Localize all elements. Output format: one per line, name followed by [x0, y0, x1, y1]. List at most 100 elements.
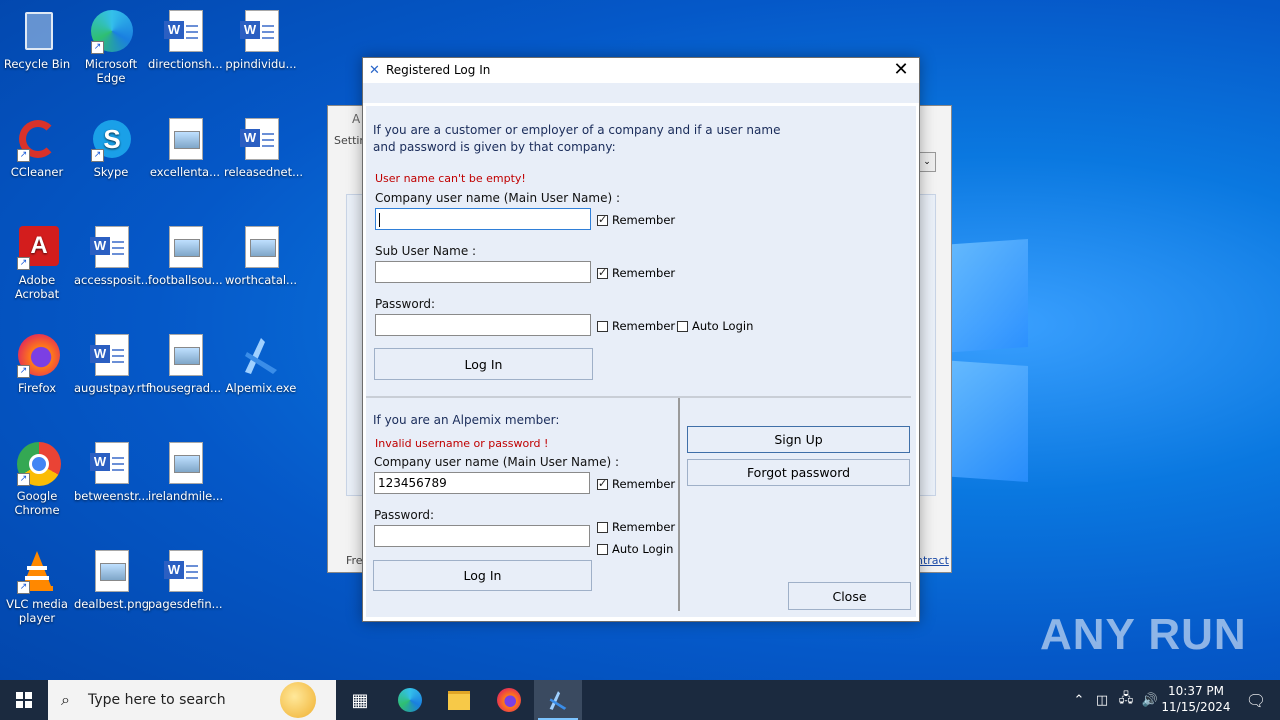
checkbox-label: Remember — [612, 213, 676, 227]
tray-app-icon[interactable]: ◫ — [1090, 693, 1114, 708]
desktop-icon-betweenstr[interactable]: W betweenstr... — [74, 440, 149, 503]
desktop-icon-label: ppindividu... — [225, 57, 297, 71]
member-password-remember-checkbox[interactable]: Remember — [597, 520, 675, 534]
volume-icon[interactable]: 🔊 — [1138, 693, 1162, 708]
checkbox-checked — [597, 266, 608, 279]
checkbox-checked — [597, 213, 608, 226]
checkbox-unchecked — [597, 320, 608, 332]
member-password-input[interactable] — [374, 525, 590, 547]
taskbar-firefox-icon[interactable] — [485, 680, 533, 720]
section-divider — [366, 396, 911, 398]
checkbox-unchecked — [677, 320, 688, 332]
taskbar-alpemix-icon[interactable] — [534, 680, 582, 720]
taskbar-search-box[interactable]: ⌕ Type here to search — [48, 680, 336, 720]
desktop-icon-augustpay[interactable]: W augustpay.rtf — [74, 332, 150, 395]
checkbox-label: Auto Login — [612, 542, 674, 556]
ccleaner-icon: ↗ — [15, 116, 59, 162]
company-user-input[interactable] — [375, 208, 591, 230]
dialog-close-icon[interactable]: ✕ — [889, 59, 913, 81]
sub-user-remember-checkbox[interactable]: Remember — [597, 266, 675, 280]
company-user-remember-checkbox[interactable]: Remember — [597, 213, 675, 227]
notifications-icon[interactable]: 🗨 — [1232, 680, 1280, 720]
search-placeholder: Type here to search — [88, 692, 226, 708]
windows-logo-icon — [16, 692, 32, 708]
vlc-icon: ↗ — [15, 548, 59, 594]
sub-user-label: Sub User Name : — [375, 244, 477, 258]
desktop-icon-adobe-acrobat[interactable]: A ↗ Adobe Acrobat — [0, 224, 74, 301]
close-button[interactable]: Close — [788, 582, 911, 610]
word-doc-icon: W — [163, 8, 207, 54]
word-doc-icon: W — [89, 440, 133, 486]
background-window-dropdown[interactable]: ⌄ — [918, 152, 936, 172]
desktop-icon-worthcatal[interactable]: worthcatal... — [224, 224, 298, 287]
start-button[interactable] — [0, 680, 48, 720]
image-file-icon — [163, 116, 207, 162]
desktop-icon-excellenta[interactable]: excellenta... — [148, 116, 222, 179]
desktop-icon-housegrad[interactable]: housegrad... — [148, 332, 222, 395]
desktop-icon-ppindividu[interactable]: W ppindividu... — [224, 8, 298, 71]
edge-icon: ↗ — [89, 8, 133, 54]
image-file-icon — [239, 224, 283, 270]
shortcut-arrow-icon: ↗ — [17, 257, 30, 270]
forgot-password-button[interactable]: Forgot password — [687, 459, 910, 486]
background-window-footer-left: Fre — [346, 554, 363, 567]
desktop-icon-label: worthcatal... — [224, 273, 298, 287]
desktop-icon-irelandmile[interactable]: irelandmile... — [148, 440, 223, 503]
network-icon[interactable]: 🖧 — [1114, 689, 1138, 711]
desktop-icon-label: Firefox — [17, 381, 57, 395]
background-window-title: A — [352, 112, 361, 126]
taskbar-edge-icon[interactable] — [386, 680, 434, 720]
desktop-icon-accessposit[interactable]: W accessposit... — [74, 224, 152, 287]
dialog-titlebar[interactable]: ✕ Registered Log In ✕ — [363, 58, 919, 83]
desktop-icon-chrome[interactable]: ↗ Google Chrome — [0, 440, 74, 517]
desktop-icon-footballsou[interactable]: footballsou... — [148, 224, 223, 287]
tray-overflow-chevron-icon[interactable]: ⌃ — [1068, 693, 1090, 708]
task-view-icon[interactable]: ▦ — [336, 680, 384, 720]
member-user-remember-checkbox[interactable]: Remember — [597, 477, 675, 491]
word-doc-icon: W — [163, 548, 207, 594]
desktop-icon-label: directionsh... — [148, 57, 223, 71]
clock-date: 11/15/2024 — [1161, 700, 1231, 714]
search-highlight-icon — [280, 682, 316, 718]
background-window-footer-right[interactable]: ntract — [916, 554, 949, 567]
member-error-message: Invalid username or password ! — [375, 437, 549, 450]
member-user-input[interactable]: 123456789 — [374, 472, 590, 494]
desktop-icon-dealbest[interactable]: dealbest.png — [74, 548, 149, 611]
company-password-remember-checkbox[interactable]: Remember — [597, 319, 675, 333]
taskbar: ⌕ Type here to search ▦ ⌃ ◫ 🖧 🔊 10:37 PM… — [0, 680, 1280, 720]
word-doc-icon: W — [239, 8, 283, 54]
sign-up-button[interactable]: Sign Up — [687, 426, 910, 453]
desktop-icon-recycle-bin[interactable]: Recycle Bin — [0, 8, 74, 71]
registered-login-dialog: ✕ Registered Log In ✕ If you are a custo… — [362, 57, 920, 622]
desktop-icon-vlc[interactable]: ↗ VLC media player — [0, 548, 74, 625]
word-doc-icon: W — [89, 224, 133, 270]
company-login-button[interactable]: Log In — [374, 348, 593, 380]
firefox-icon: ↗ — [15, 332, 60, 378]
shortcut-arrow-icon: ↗ — [91, 149, 104, 162]
recycle-bin-icon — [15, 8, 59, 54]
desktop-icon-edge[interactable]: ↗ Microsoft Edge — [74, 8, 148, 85]
desktop-icon-releasednet[interactable]: W releasednet... — [224, 116, 303, 179]
desktop-icon-label: footballsou... — [148, 273, 223, 287]
desktop-icon-skype[interactable]: S ↗ Skype — [74, 116, 148, 179]
desktop-icon-directionsh[interactable]: W directionsh... — [148, 8, 223, 71]
company-auto-login-checkbox[interactable]: Auto Login — [677, 319, 753, 333]
chrome-icon: ↗ — [15, 440, 61, 486]
image-file-icon — [163, 440, 207, 486]
member-login-button[interactable]: Log In — [373, 560, 592, 591]
desktop-icon-label: Skype — [93, 165, 129, 179]
member-auto-login-checkbox[interactable]: Auto Login — [597, 542, 673, 556]
desktop-icon-firefox[interactable]: ↗ Firefox — [0, 332, 74, 395]
desktop-icon-label: accessposit... — [74, 273, 152, 287]
desktop-icon-alpemix[interactable]: Alpemix.exe — [224, 332, 298, 395]
desktop-icon-label: Alpemix.exe — [225, 381, 297, 395]
member-password-label: Password: — [374, 508, 435, 522]
taskbar-file-explorer-icon[interactable] — [435, 680, 483, 720]
sub-user-input[interactable] — [375, 261, 591, 283]
image-file-icon — [163, 332, 207, 378]
desktop-icon-pagesdefin[interactable]: W pagesdefin... — [148, 548, 223, 611]
company-password-input[interactable] — [375, 314, 591, 336]
desktop-icon-ccleaner[interactable]: ↗ CCleaner — [0, 116, 74, 179]
desktop-icon-label: pagesdefin... — [148, 597, 223, 611]
taskbar-clock[interactable]: 10:37 PM 11/15/2024 — [1160, 683, 1232, 715]
